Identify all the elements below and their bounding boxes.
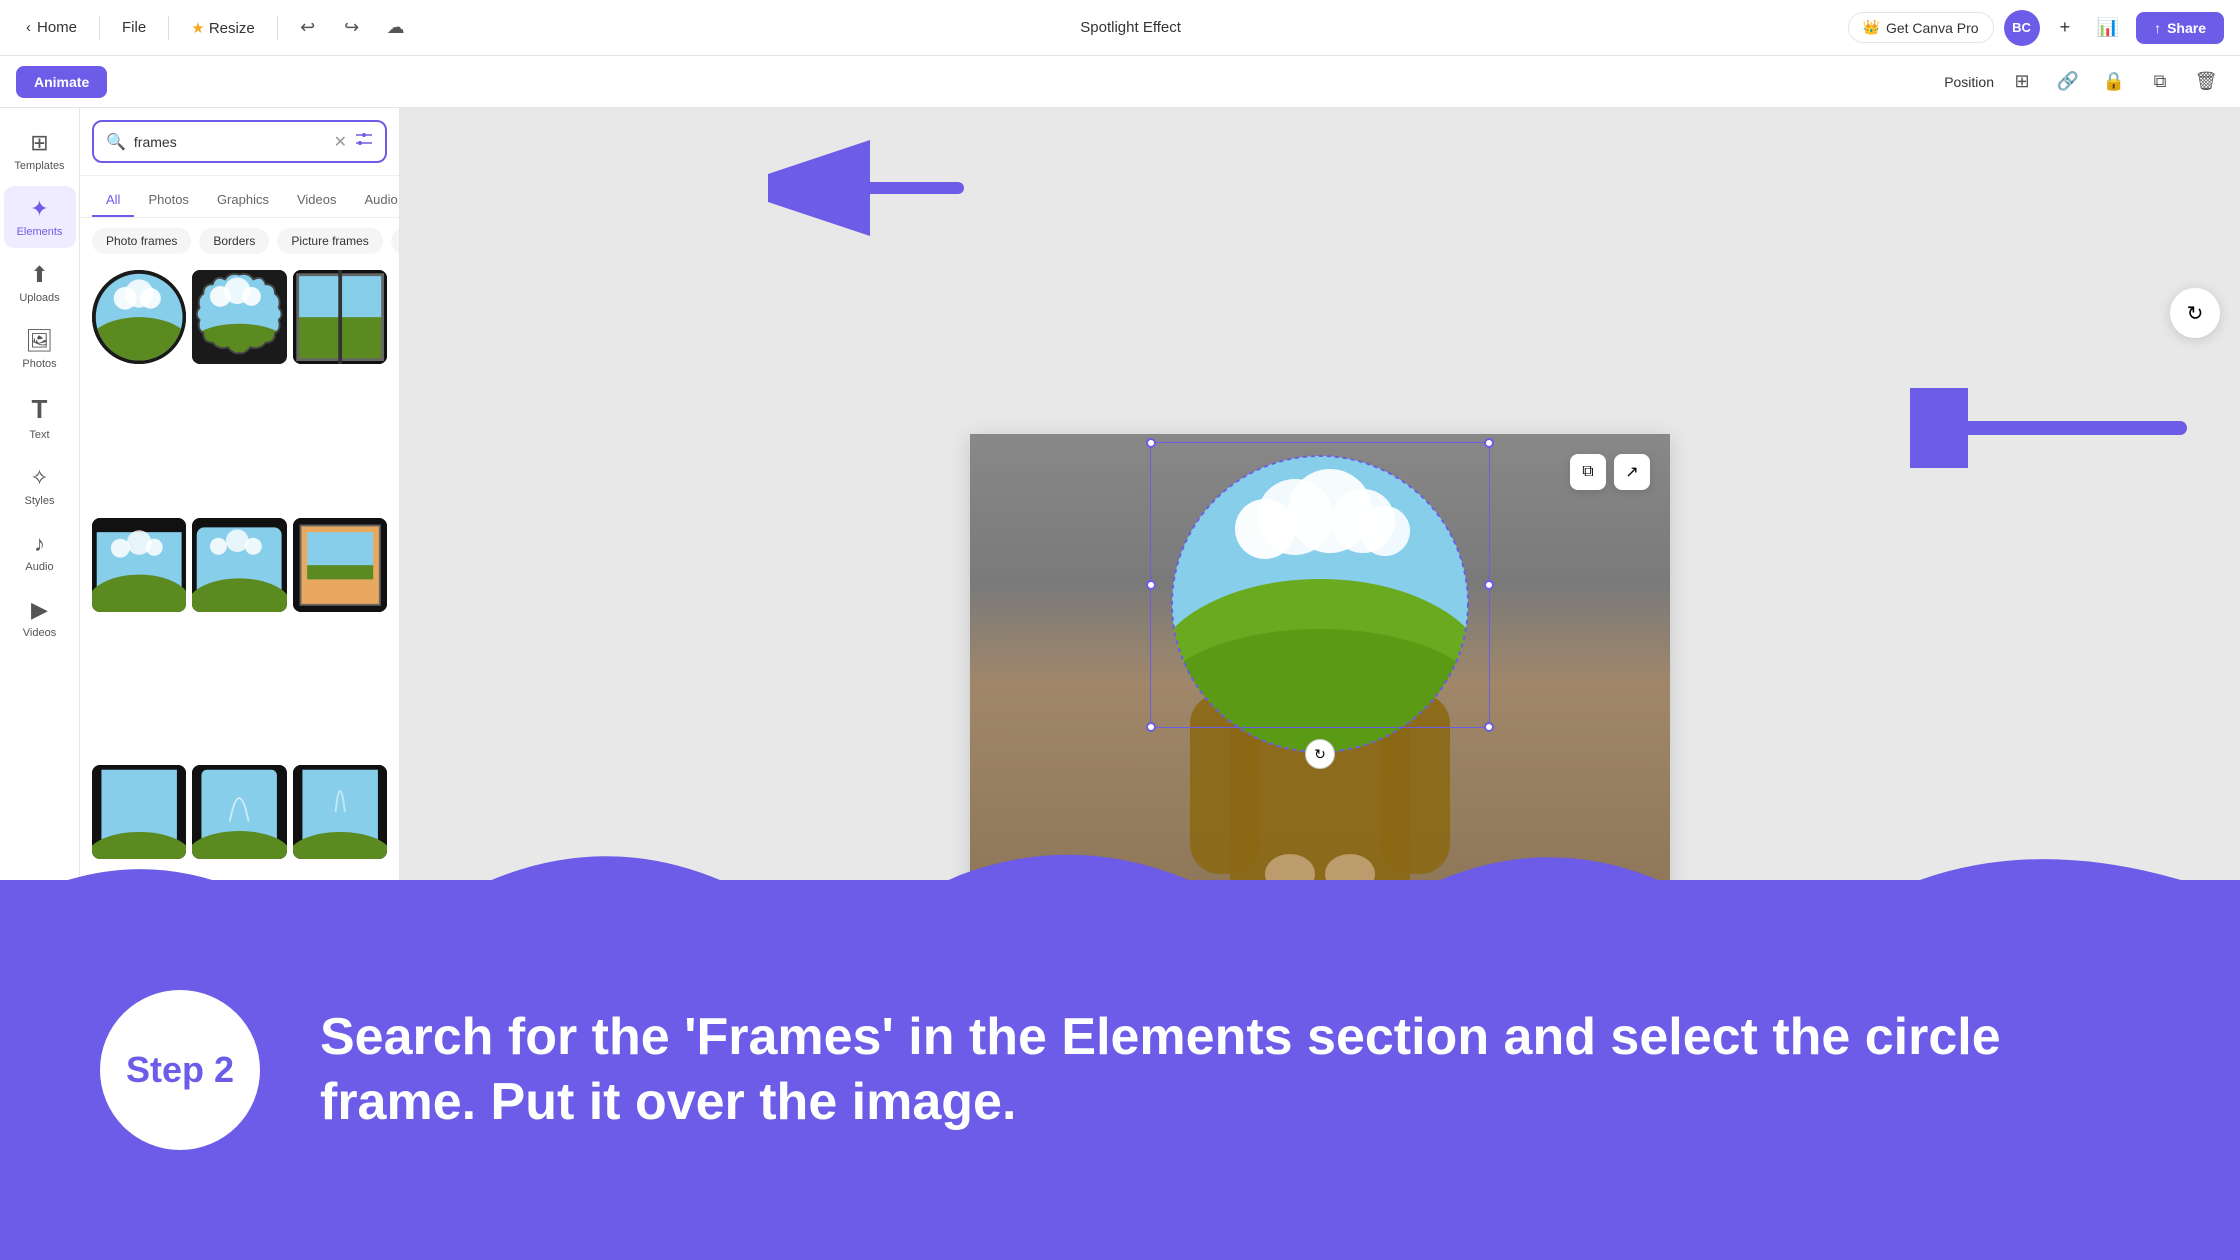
canvas-page: ↻ + Add notes ⧉ ↗ — [970, 434, 1670, 934]
styles-icon: ✧ — [30, 465, 48, 491]
link-button[interactable]: 🔗 — [2050, 64, 2086, 100]
star-icon: ★ — [191, 20, 204, 37]
topbar-right: 👑 Get Canva Pro BC + 📊 ↑ Share — [1848, 10, 2224, 46]
frame-item-rect1[interactable] — [293, 270, 387, 364]
share-icon: ↑ — [2154, 20, 2161, 36]
tab-audio[interactable]: Audio — [350, 184, 400, 217]
tag-borders[interactable]: Borders — [199, 228, 269, 254]
uploads-icon: ⬆ — [30, 262, 48, 288]
divider3 — [277, 16, 278, 40]
elements-icon: ✦ — [30, 196, 48, 222]
add-notes-bar[interactable]: + Add notes — [970, 890, 1670, 934]
search-icon: 🔍 — [106, 132, 126, 152]
frame-item-photo-border[interactable] — [293, 518, 387, 612]
sidebar-item-label: Audio — [25, 561, 53, 573]
frame-item-landscape1[interactable] — [92, 518, 186, 612]
category-tags: Photo frames Borders Picture frames › — [80, 218, 399, 264]
avatar[interactable]: BC — [2004, 10, 2040, 46]
sidebar-item-label: Elements — [17, 226, 63, 238]
tab-photos[interactable]: Photos — [134, 184, 202, 217]
videos-icon: ▶ — [31, 597, 48, 623]
tag-more[interactable]: › — [391, 228, 399, 254]
frame-item-circle1[interactable] — [92, 270, 186, 364]
left-panel: 🔍 ✕ All Photos Graphics — [80, 108, 400, 1260]
tag-picture-frames[interactable]: Picture frames — [277, 228, 382, 254]
animate-button[interactable]: Animate — [16, 66, 107, 98]
redo-button[interactable]: ↪ — [334, 10, 370, 46]
divider2 — [168, 16, 169, 40]
tab-videos[interactable]: Videos — [283, 184, 351, 217]
sidebar-item-videos[interactable]: ▶ Videos — [4, 587, 76, 649]
search-clear-button[interactable]: ✕ — [334, 132, 347, 152]
sidebar-item-label: Uploads — [19, 292, 59, 304]
search-bar: 🔍 ✕ — [80, 108, 399, 176]
canvas-toolbar: ⧉ ↗ — [1570, 454, 1650, 490]
secondary-right: Position ⊞ 🔗 🔒 ⧉ 🗑 — [1944, 64, 2224, 100]
refresh-button[interactable]: ↻ — [2170, 288, 2220, 338]
undo-button[interactable]: ↩ — [290, 10, 326, 46]
sidebar-item-styles[interactable]: ✧ Styles — [4, 455, 76, 517]
get-pro-button[interactable]: 👑 Get Canva Pro — [1848, 12, 1994, 43]
topbar: ‹ Home File ★ Resize ↩ ↪ ☁ Spotlight Eff… — [0, 0, 2240, 56]
frame-item-sky3-colored[interactable] — [293, 1013, 387, 1107]
duplicate-button[interactable]: ⧉ — [1570, 454, 1606, 490]
frame-item-portrait3[interactable] — [293, 765, 387, 859]
search-input[interactable] — [134, 134, 326, 150]
topbar-left: ‹ Home File ★ Resize ↩ ↪ ☁ — [16, 10, 414, 46]
position-button[interactable]: Position — [1944, 74, 1994, 90]
filter-tabs: All Photos Graphics Videos Audio — [80, 176, 399, 218]
purple-arrow-search — [768, 138, 968, 243]
resize-button[interactable]: ★ Resize — [181, 13, 264, 43]
sidebar-item-photos[interactable]: 🖼 Photos — [4, 318, 76, 380]
frame-item-landscape2[interactable] — [192, 518, 286, 612]
divider — [99, 16, 100, 40]
frame-item-sky1[interactable] — [92, 1013, 186, 1107]
frame-item-scallop[interactable] — [192, 270, 286, 364]
audio-icon: ♪ — [34, 531, 45, 557]
templates-icon: ⊞ — [30, 130, 48, 156]
frame-item-portrait2[interactable] — [192, 765, 286, 859]
secondary-toolbar: Animate Position ⊞ 🔗 🔒 ⧉ 🗑 — [0, 56, 2240, 108]
photos-icon: 🖼 — [26, 328, 54, 354]
home-label: Home — [37, 19, 77, 36]
expand-button[interactable]: ↗ — [1614, 454, 1650, 490]
sidebar-item-templates[interactable]: ⊞ Templates — [4, 120, 76, 182]
crown-icon: 👑 — [1863, 19, 1880, 36]
stats-button[interactable]: 📊 — [2090, 10, 2126, 46]
sidebar-item-elements[interactable]: ✦ Elements — [4, 186, 76, 248]
plus-button[interactable]: + — [2050, 11, 2081, 44]
frame-item-sky2[interactable] — [192, 1013, 286, 1107]
text-icon: T — [32, 394, 48, 425]
purple-arrow-canvas — [1910, 388, 2190, 473]
sidebar-item-text[interactable]: T Text — [4, 384, 76, 451]
sidebar-item-label: Templates — [14, 160, 64, 172]
sidebar-item-label: Styles — [25, 495, 55, 507]
tag-photo-frames[interactable]: Photo frames — [92, 228, 191, 254]
sidebar-item-audio[interactable]: ♪ Audio — [4, 521, 76, 583]
frame-item-portrait1[interactable] — [92, 765, 186, 859]
tab-graphics[interactable]: Graphics — [203, 184, 283, 217]
sidebar: ⊞ Templates ✦ Elements ⬆ Uploads 🖼 Photo… — [0, 108, 80, 1260]
sidebar-item-label: Photos — [22, 358, 56, 370]
sidebar-item-label: Videos — [23, 627, 56, 639]
canvas-area: ↻ + Add notes ⧉ ↗ ↻ — [400, 108, 2240, 1260]
frames-grid — [80, 264, 399, 1260]
share-button[interactable]: ↑ Share — [2136, 12, 2224, 44]
search-filter-button[interactable] — [355, 130, 373, 153]
document-title: Spotlight Effect — [1080, 19, 1181, 36]
sidebar-item-uploads[interactable]: ⬆ Uploads — [4, 252, 76, 314]
tab-all[interactable]: All — [92, 184, 134, 217]
grid-button[interactable]: ⊞ — [2004, 64, 2040, 100]
layers-button[interactable]: ⧉ — [2142, 64, 2178, 100]
file-button[interactable]: File — [112, 13, 156, 42]
lock-button[interactable]: 🔒 — [2096, 64, 2132, 100]
sidebar-item-label: Text — [29, 429, 49, 441]
home-button[interactable]: ‹ Home — [16, 13, 87, 42]
main-layout: ⊞ Templates ✦ Elements ⬆ Uploads 🖼 Photo… — [0, 108, 2240, 1260]
cloud-save-button[interactable]: ☁ — [378, 10, 414, 46]
chevron-left-icon: ‹ — [26, 19, 31, 36]
trash-button[interactable]: 🗑 — [2188, 64, 2224, 100]
topbar-center: Spotlight Effect — [422, 19, 1840, 36]
search-input-wrap: 🔍 ✕ — [92, 120, 387, 163]
